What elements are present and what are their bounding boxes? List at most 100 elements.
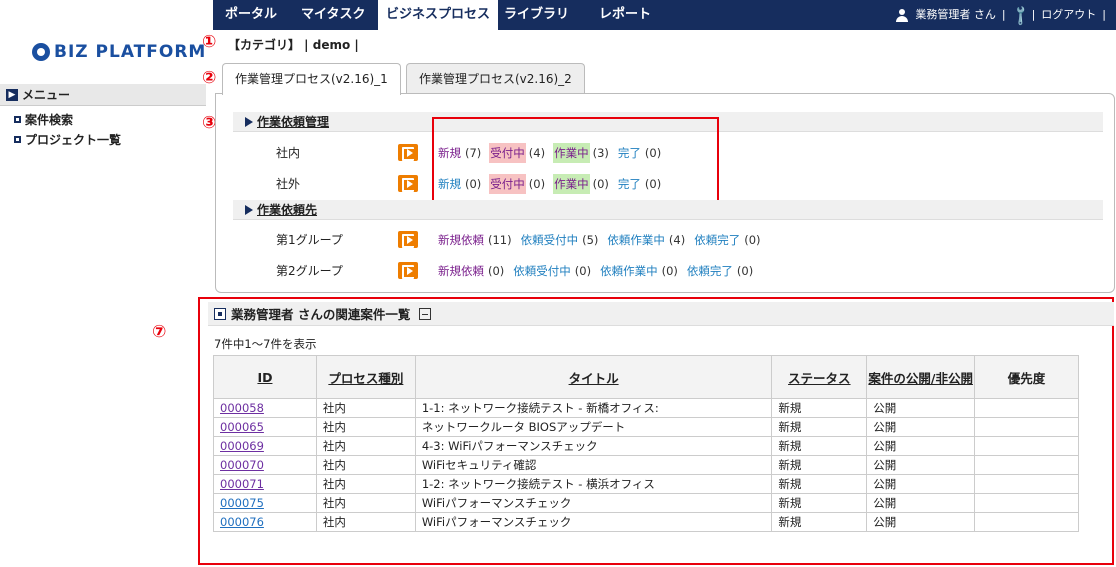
column-header-process-type[interactable]: プロセス種別 [315,355,416,399]
top-bar: ポータル マイタスク ビジネスプロセス ライブラリ レポート 業務管理者 さん … [0,0,1116,30]
cell-title: ネットワークルータ BIOSアップデート [414,417,773,437]
cell-title: 1-1: ネットワーク接続テスト - 新橋オフィス: [414,398,773,418]
cell-public: 公開 [866,417,976,437]
status-request-working[interactable]: 依頼作業中 (0) [599,261,678,281]
status-label: 依頼作業中 [607,233,665,247]
list-icon [214,307,226,320]
table-row: 000070 社内 WiFiセキュリティ確認 新規 公開 [213,455,1079,475]
related-list-title: 業務管理者 さんの関連案件一覧 [231,307,411,322]
case-id-link[interactable]: 000069 [213,436,317,456]
status-label: 依頼作業中 [600,264,658,278]
tab-process-2[interactable]: 作業管理プロセス(v2.16)_2 [406,63,585,94]
row-label-internal: 社内 [276,146,301,160]
status-new-request[interactable]: 新規依頼 (11) [437,230,512,250]
status-label: 依頼受付中 [513,264,571,278]
nav-library[interactable]: ライブラリ [496,0,577,30]
go-arrow-icon[interactable] [398,175,418,192]
case-id-link[interactable]: 000070 [213,455,317,475]
go-arrow-icon[interactable] [398,231,418,248]
case-id-link[interactable]: 000071 [213,474,317,494]
cell-priority [974,436,1079,456]
sidebar-item-project-list[interactable]: プロジェクト一覧 [14,130,121,148]
status-request-done[interactable]: 依頼完了 (0) [686,261,753,281]
cell-status: 新規 [771,436,868,456]
status-request-done[interactable]: 依頼完了 (0) [693,230,760,250]
status-label: 依頼完了 [694,233,741,247]
related-cases-table: ID プロセス種別 タイトル ステータス 案件の公開/非公開 優先度 00005… [213,355,1079,532]
highlight-box-statuses [432,117,719,204]
square-bullet-icon [14,135,21,143]
cell-type: 社内 [315,512,416,532]
cell-status: 新規 [771,398,868,418]
logo-mark-icon [32,43,50,61]
status-label: 依頼受付中 [520,233,579,247]
square-bullet-icon [14,115,21,123]
result-count: 7件中1〜7件を表示 [214,337,317,351]
sidebar-menu-header: ▶ メニュー [0,84,206,106]
status-count: (0) [488,264,505,278]
status-count: (0) [574,264,592,278]
tab-process-1[interactable]: 作業管理プロセス(v2.16)_1 [222,63,401,95]
cell-priority [974,455,1079,475]
row-label-group-2: 第2グループ [276,264,343,278]
row-label-external: 社外 [276,177,301,191]
nav-report[interactable]: レポート [591,0,659,30]
case-id-link[interactable]: 000075 [213,493,317,513]
cell-title: WiFiパフォーマンスチェック [414,493,773,513]
sidebar-item-case-search[interactable]: 案件検索 [14,110,73,128]
case-id-link[interactable]: 000065 [213,417,317,437]
cell-public: 公開 [866,474,976,494]
column-header-title[interactable]: タイトル [414,355,773,399]
cell-status: 新規 [771,493,868,513]
status-request-receiving[interactable]: 依頼受付中 (0) [512,261,591,281]
cell-type: 社内 [315,398,416,418]
annotation-7: ⑦ [152,322,167,342]
cell-status: 新規 [771,474,868,494]
user-icon [895,8,909,22]
nav-separator: | [1001,8,1006,21]
logo[interactable]: BIZ PLATFORM [32,40,206,64]
cell-type: 社内 [315,455,416,475]
breadcrumb: 【カテゴリ】 | demo | [228,38,359,52]
cell-title: WiFiセキュリティ確認 [414,455,773,475]
cell-status: 新規 [771,417,868,437]
section-title[interactable]: 作業依頼管理 [257,113,329,130]
status-label: 新規依頼 [438,233,484,247]
status-row-group-1: 新規依頼 (11) 依頼受付中 (5) 依頼作業中 (4) 依頼完了 (0) [437,230,761,250]
column-header-id[interactable]: ID [213,355,317,399]
nav-separator: | [1031,8,1036,21]
column-header-status[interactable]: ステータス [771,355,868,399]
column-header-public[interactable]: 案件の公開/非公開 [866,355,976,399]
status-request-working[interactable]: 依頼作業中 (4) [606,230,685,250]
user-name[interactable]: 業務管理者 さん [915,0,996,30]
cell-title: WiFiパフォーマンスチェック [414,512,773,532]
go-arrow-icon[interactable] [398,144,418,161]
go-arrow-icon[interactable] [398,262,418,279]
nav-portal[interactable]: ポータル [217,0,285,30]
case-id-link[interactable]: 000076 [213,512,317,532]
status-count: (0) [736,264,754,278]
status-count: (11) [488,233,512,247]
section-header-request-target: 作業依頼先 [233,200,1103,220]
status-row-group-2: 新規依頼 (0) 依頼受付中 (0) 依頼作業中 (0) 依頼完了 (0) [437,261,753,281]
logo-text: BIZ PLATFORM [54,42,207,62]
sidebar-item-label: プロジェクト一覧 [25,132,122,147]
logout-link[interactable]: ログアウト [1041,0,1096,30]
table-row: 000075 社内 WiFiパフォーマンスチェック 新規 公開 [213,493,1079,513]
table-row: 000071 社内 1-2: ネットワーク接続テスト - 横浜オフィス 新規 公… [213,474,1079,494]
nav-business-process[interactable]: ビジネスプロセス [378,0,499,30]
cell-type: 社内 [315,474,416,494]
status-request-receiving[interactable]: 依頼受付中 (5) [520,230,599,250]
annotation-2: ② [202,68,217,88]
case-id-link[interactable]: 000058 [213,398,317,418]
cell-public: 公開 [866,512,976,532]
wrench-icon[interactable]: 🔧 [1008,4,1032,28]
section-title[interactable]: 作業依頼先 [257,201,317,218]
cell-priority [974,398,1079,418]
cell-type: 社内 [315,417,416,437]
table-row: 000069 社内 4-3: WiFiパフォーマンスチェック 新規 公開 [213,436,1079,456]
nav-mytask[interactable]: マイタスク [293,0,373,30]
row-label-group-1: 第1グループ [276,233,343,247]
collapse-icon[interactable] [419,307,432,320]
status-new-request[interactable]: 新規依頼 (0) [437,261,504,281]
